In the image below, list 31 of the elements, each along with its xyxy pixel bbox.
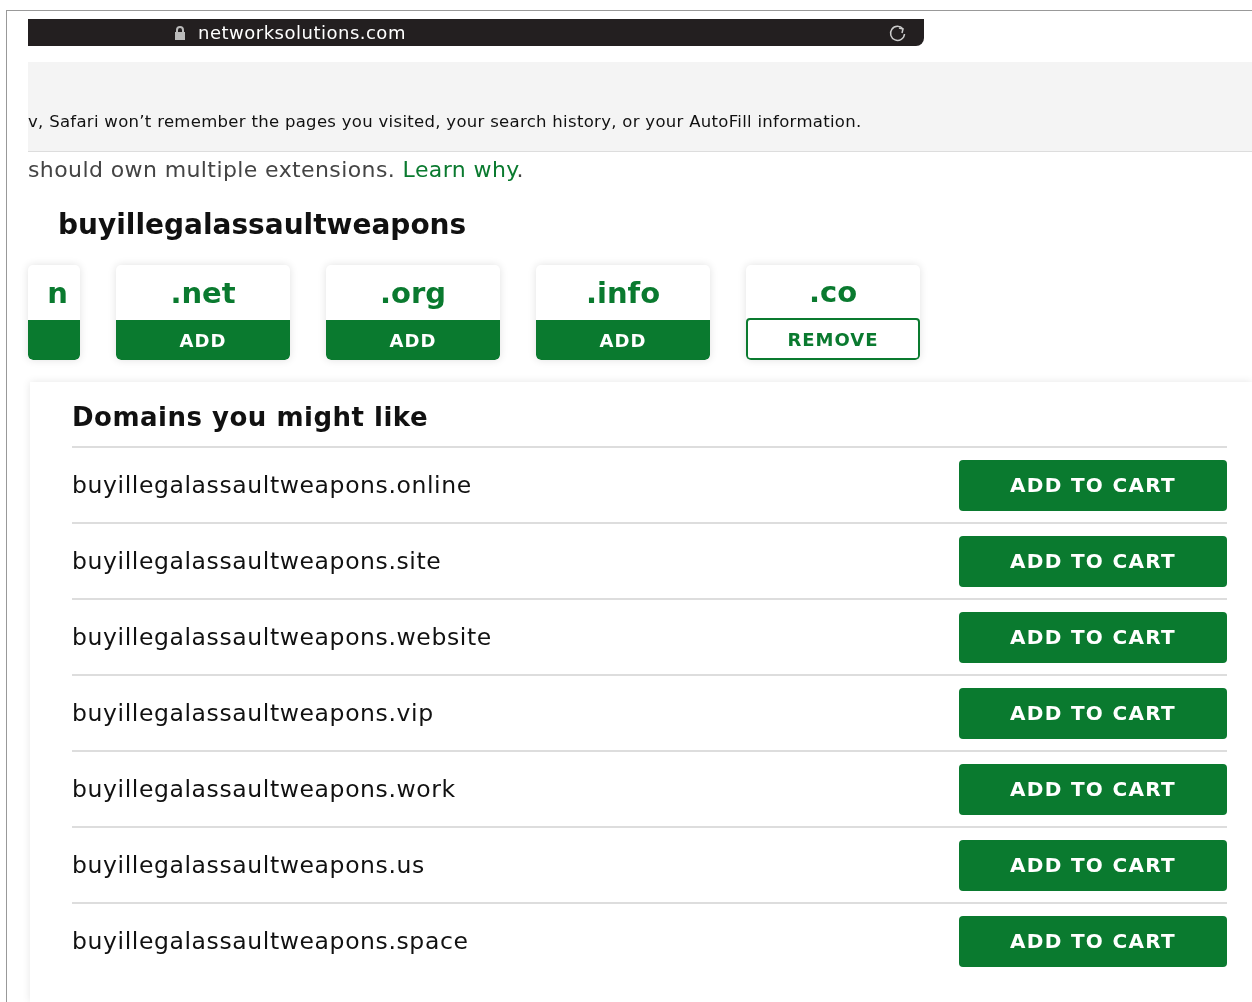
extension-label: .info [585, 274, 661, 312]
search-term: buyillegalassaultweapons [58, 208, 468, 241]
domain-name: buyillegalassaultweapons.site [72, 547, 442, 575]
add-to-cart-button[interactable]: ADD TO CART [959, 611, 1227, 663]
extension-button[interactable]: REMOVE [746, 318, 920, 360]
domain-name: buyillegalassaultweapons.website [72, 623, 492, 651]
extension-button[interactable]: ADD [536, 320, 710, 360]
add-to-cart-button[interactable]: ADD TO CART [959, 839, 1227, 891]
add-to-cart-button[interactable]: ADD TO CART [959, 687, 1227, 739]
add-to-cart-button[interactable]: ADD TO CART [959, 459, 1227, 511]
extension-label: n [47, 274, 69, 312]
domain-name: buyillegalassaultweapons.work [72, 775, 456, 803]
learn-why-link[interactable]: Learn why [402, 157, 517, 182]
url-text: networksolutions.com [198, 22, 407, 43]
extension-button[interactable]: ADD [326, 320, 500, 360]
extension-label: .co [808, 273, 858, 311]
domain-name: buyillegalassaultweapons.vip [72, 699, 434, 727]
add-to-cart-button[interactable]: ADD TO CART [959, 535, 1227, 587]
domain-name: buyillegalassaultweapons.online [72, 471, 472, 499]
lock-icon [172, 24, 188, 41]
panel-title: Domains you might like [72, 402, 430, 432]
address-bar[interactable]: networksolutions.com [28, 19, 924, 46]
add-to-cart-button[interactable]: ADD TO CART [959, 763, 1227, 815]
intro-text: should own multiple extensions. Learn why. [28, 157, 525, 182]
extension-label: .net [170, 274, 236, 312]
extension-label: .org [380, 274, 446, 312]
domain-name: buyillegalassaultweapons.us [72, 851, 425, 879]
add-to-cart-button[interactable]: ADD TO CART [959, 915, 1227, 967]
extension-button[interactable]: ADD [116, 320, 290, 360]
private-notice: v, Safari won’t remember the pages you visited, your search history, or your AutoFill information. [28, 112, 862, 131]
domain-name: buyillegalassaultweapons.space [72, 927, 469, 955]
